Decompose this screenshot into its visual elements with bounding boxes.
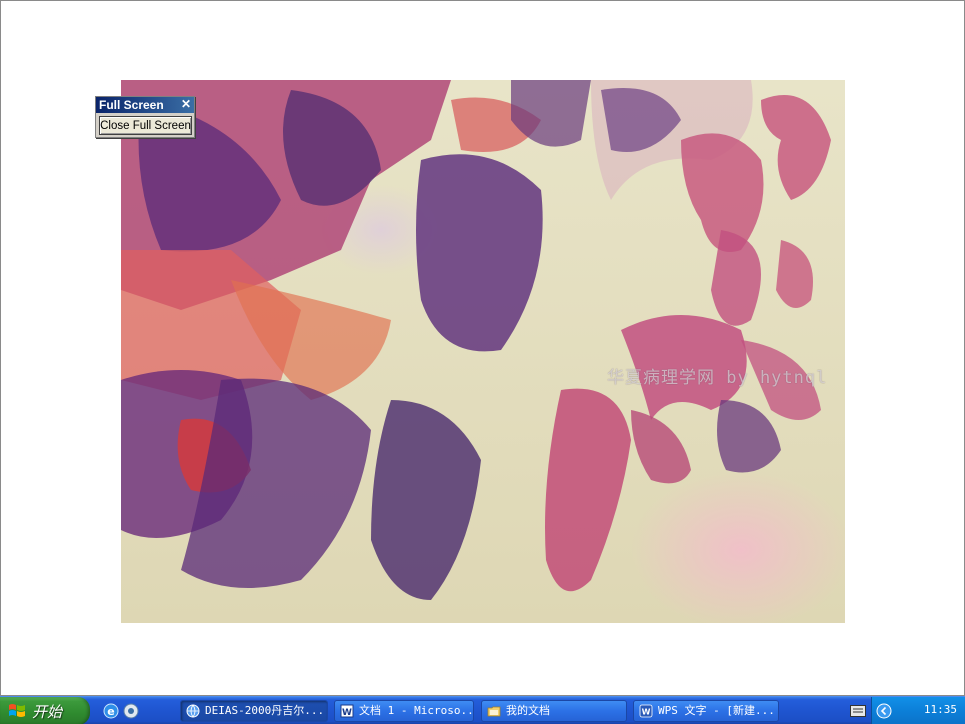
windows-flag-icon bbox=[9, 704, 25, 717]
wps-writer-icon: W bbox=[639, 704, 653, 718]
close-icon[interactable]: ✕ bbox=[181, 97, 191, 112]
histology-slide-image: 华夏病理学网 by hytnql bbox=[121, 80, 845, 623]
svg-text:e: e bbox=[107, 705, 114, 718]
task-button-label: 文档 1 - Microso... bbox=[359, 704, 474, 717]
tissue-illustration bbox=[121, 80, 831, 600]
fullscreen-toolbar-title: Full Screen bbox=[99, 98, 164, 112]
close-full-screen-button[interactable]: Close Full Screen bbox=[99, 116, 192, 135]
svg-text:W: W bbox=[342, 708, 352, 718]
show-hidden-icons-icon[interactable] bbox=[876, 703, 892, 719]
svg-text:W: W bbox=[642, 708, 651, 717]
start-button[interactable]: 开始 bbox=[0, 697, 90, 724]
fullscreen-toolbar-titlebar[interactable]: Full Screen ✕ bbox=[96, 97, 194, 113]
start-label: 开始 bbox=[32, 703, 63, 721]
task-button-label: 我的文档 bbox=[506, 704, 550, 717]
task-button-wps[interactable]: W WPS 文字 - [新建... bbox=[633, 700, 779, 722]
fullscreen-toolbar: Full Screen ✕ Close Full Screen bbox=[95, 96, 195, 138]
system-tray: 11:35 bbox=[850, 697, 965, 724]
folder-icon bbox=[487, 706, 501, 717]
keyboard-icon[interactable] bbox=[850, 705, 866, 717]
task-button-deias[interactable]: DEIAS-2000丹吉尔... bbox=[180, 700, 328, 722]
internet-explorer-icon[interactable]: e bbox=[102, 702, 120, 720]
globe-app-icon bbox=[186, 704, 200, 718]
task-button-label: WPS 文字 - [新建... bbox=[658, 704, 775, 717]
word-document-icon: W bbox=[340, 704, 354, 718]
media-player-icon[interactable] bbox=[122, 702, 140, 720]
task-button-word[interactable]: W 文档 1 - Microso... bbox=[334, 700, 474, 722]
task-button-my-documents[interactable]: 我的文档 bbox=[481, 700, 627, 722]
taskbar: 开始 e DEIAS-2000丹吉尔... W 文档 1 - Microso..… bbox=[0, 696, 965, 724]
task-button-label: DEIAS-2000丹吉尔... bbox=[205, 704, 325, 717]
image-watermark: 华夏病理学网 by hytnql bbox=[607, 368, 828, 388]
clock[interactable]: 11:35 bbox=[924, 703, 957, 716]
